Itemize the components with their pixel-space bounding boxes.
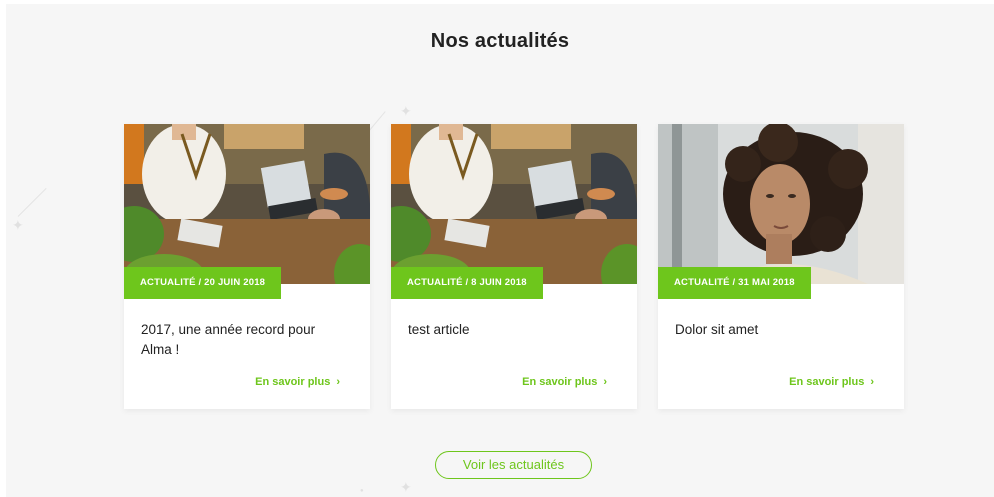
sparkle-icon: ✦ — [400, 479, 412, 495]
woman-portrait-photo — [658, 124, 904, 284]
sparkle-icon: ✦ — [12, 217, 24, 233]
sparkle-icon: ● — [360, 488, 364, 494]
news-card[interactable]: Actualité / 8 juin 2018 test article En … — [391, 124, 637, 409]
sparkle-icon: ✦ — [400, 103, 412, 119]
read-more-link[interactable]: En savoir plus › — [789, 376, 874, 388]
section-title: Nos actualités — [430, 30, 570, 52]
card-title[interactable]: test article — [408, 320, 608, 340]
date-badge: Actualité / 8 juin 2018 — [391, 267, 543, 299]
read-more-link[interactable]: En savoir plus › — [255, 376, 340, 388]
office-meeting-photo — [391, 124, 637, 284]
card-title[interactable]: 2017, une année record pour Alma ! — [141, 320, 341, 360]
read-more-label: En savoir plus — [789, 376, 865, 388]
read-more-label: En savoir plus — [522, 376, 598, 388]
chevron-right-icon: › — [870, 376, 874, 388]
read-more-label: En savoir plus — [255, 376, 331, 388]
view-all-news-button[interactable]: Voir les actualités — [435, 451, 592, 479]
office-meeting-photo — [124, 124, 370, 284]
card-title[interactable]: Dolor sit amet — [675, 320, 875, 340]
chevron-right-icon: › — [603, 376, 607, 388]
read-more-link[interactable]: En savoir plus › — [522, 376, 607, 388]
news-card[interactable]: Actualité / 31 mai 2018 Dolor sit amet E… — [658, 124, 904, 409]
news-section: ✦ ✦ ✦ ● Nos actualités ACTUALITÉ / 20 JU… — [6, 4, 994, 497]
news-card[interactable]: Actualité / 20 juin 2018 2017, une année… — [124, 124, 370, 409]
date-badge: Actualité / 20 juin 2018 — [124, 267, 282, 299]
chevron-right-icon: › — [336, 376, 340, 388]
date-badge: Actualité / 31 mai 2018 — [658, 267, 811, 299]
decorative-line — [17, 187, 47, 217]
